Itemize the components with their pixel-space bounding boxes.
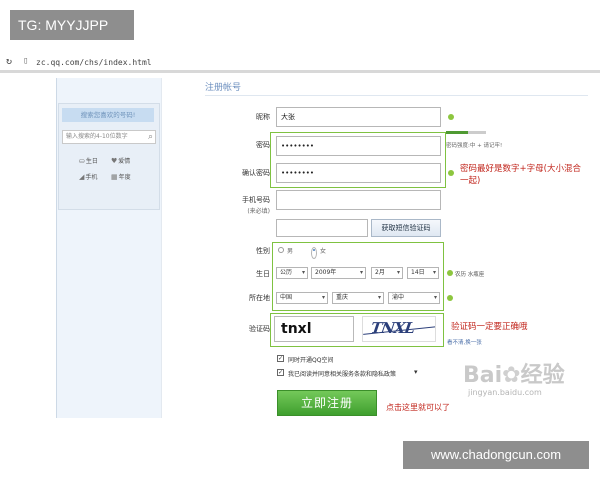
birth-day-select[interactable]: 14日 ▾	[407, 267, 439, 279]
open-qzone-label: 同时开通QQ空间	[288, 357, 334, 364]
gender-female-label: 女	[320, 248, 327, 255]
birthday-label: 生日	[256, 270, 270, 278]
password-highlight-box	[270, 132, 446, 188]
birth-month-select[interactable]: 2月 ▾	[371, 267, 403, 279]
signal-icon: ◢	[79, 173, 85, 181]
calendar-icon: ▦	[111, 173, 118, 181]
site-tag: www.chadongcun.com	[403, 441, 589, 469]
chevron-down-icon: ▾	[396, 269, 400, 276]
chevron-down-icon: ▾	[301, 269, 305, 276]
address-bar-divider	[0, 70, 600, 73]
confirm-ok-icon	[448, 170, 454, 176]
reload-icon[interactable]: ↻	[6, 56, 12, 67]
panel-item-love[interactable]: ♥爱情	[111, 156, 130, 165]
chevron-down-icon: ▾	[432, 269, 436, 276]
nickname-ok-icon	[448, 114, 454, 120]
password-annotation: 密码最好是数字+字母(大小混合一起)	[460, 164, 581, 186]
panel-item-birthday[interactable]: ⛀生日	[79, 156, 98, 165]
paw-icon: ✿	[502, 363, 521, 388]
agree-terms-checkbox[interactable]: ✓	[277, 369, 284, 376]
number-search-input[interactable]: 输入搜索的4-10位数字 ⌕	[62, 130, 156, 144]
captcha-label: 验证码	[249, 325, 270, 333]
number-search-panel: 搜索您喜欢的号码! 输入搜索的4-10位数字 ⌕ ⛀生日 ♥爱情 ◢手机 ▦年度	[58, 103, 160, 210]
baidu-watermark: Bai✿经验	[463, 363, 565, 388]
get-sms-code-button[interactable]: 获取短信验证码	[371, 219, 441, 237]
search-icon[interactable]: ⌕	[148, 131, 153, 143]
confirm-password-label: 确认密码	[242, 169, 270, 177]
register-button[interactable]: 立即注册	[277, 390, 377, 416]
captcha-annotation: 验证码一定要正确哦	[451, 322, 528, 332]
gender-male-radio[interactable]	[278, 247, 284, 253]
phone-label: 手机号码	[242, 196, 270, 204]
section-title: 注册帐号	[205, 83, 242, 93]
gender-female-radio[interactable]	[311, 247, 317, 259]
location-label: 所在地	[249, 294, 270, 302]
province-select[interactable]: 重庆 ▾	[332, 292, 384, 304]
open-qzone-checkbox[interactable]: ✓	[277, 355, 284, 362]
chevron-down-icon: ▾	[321, 294, 325, 301]
password-strength-bar	[446, 131, 486, 134]
terms-chevron-icon[interactable]: ▾	[414, 368, 418, 376]
gender-label: 性别	[256, 247, 270, 255]
birthday-ok-icon	[447, 270, 453, 276]
phone-input[interactable]	[276, 190, 441, 210]
sms-code-input[interactable]	[276, 219, 368, 237]
panel-item-year[interactable]: ▦年度	[111, 172, 131, 181]
overlay-tag: TG: MYYJJPP	[10, 10, 134, 40]
chevron-down-icon: ▾	[433, 294, 437, 301]
address-bar[interactable]: ↻ ▯ zc.qq.com/chs/index.html	[0, 55, 600, 70]
nickname-input[interactable]: 大张	[276, 107, 441, 127]
chevron-down-icon: ▾	[359, 269, 363, 276]
country-select[interactable]: 中国 ▾	[276, 292, 328, 304]
section-divider	[205, 95, 588, 96]
agree-terms-label[interactable]: 我已阅读并同意相关服务条款和隐私政策	[288, 369, 396, 378]
gender-male-label: 男	[287, 248, 294, 255]
panel-item-phone[interactable]: ◢手机	[79, 172, 97, 181]
submit-annotation: 点击这里就可以了	[386, 403, 450, 412]
chevron-down-icon: ▾	[377, 294, 381, 301]
panel-header: 搜索您喜欢的号码!	[62, 108, 154, 122]
zodiac-note: 农历 水瓶座	[455, 272, 485, 278]
baidu-watermark-url: jingyan.baidu.com	[468, 388, 542, 397]
search-placeholder: 输入搜索的4-10位数字	[66, 133, 128, 140]
captcha-refresh-link[interactable]: 看不清,换一张	[447, 338, 482, 346]
location-ok-icon	[447, 295, 453, 301]
phone-sublabel: (来必填)	[247, 208, 270, 215]
page-icon: ▯	[23, 56, 29, 66]
nickname-label: 昵称	[256, 113, 270, 121]
city-select[interactable]: 渝中 ▾	[388, 292, 440, 304]
cake-icon: ⛀	[79, 157, 85, 165]
password-strength-hint: 密码强度:中 + 请记牢!	[446, 143, 503, 149]
password-label: 密码	[256, 141, 270, 149]
captcha-highlight-box	[270, 313, 444, 347]
calendar-type-select[interactable]: 公历 ▾	[276, 267, 308, 279]
birth-year-select[interactable]: 2009年 ▾	[311, 267, 366, 279]
heart-icon: ♥	[111, 157, 118, 165]
url-text[interactable]: zc.qq.com/chs/index.html	[36, 58, 152, 67]
